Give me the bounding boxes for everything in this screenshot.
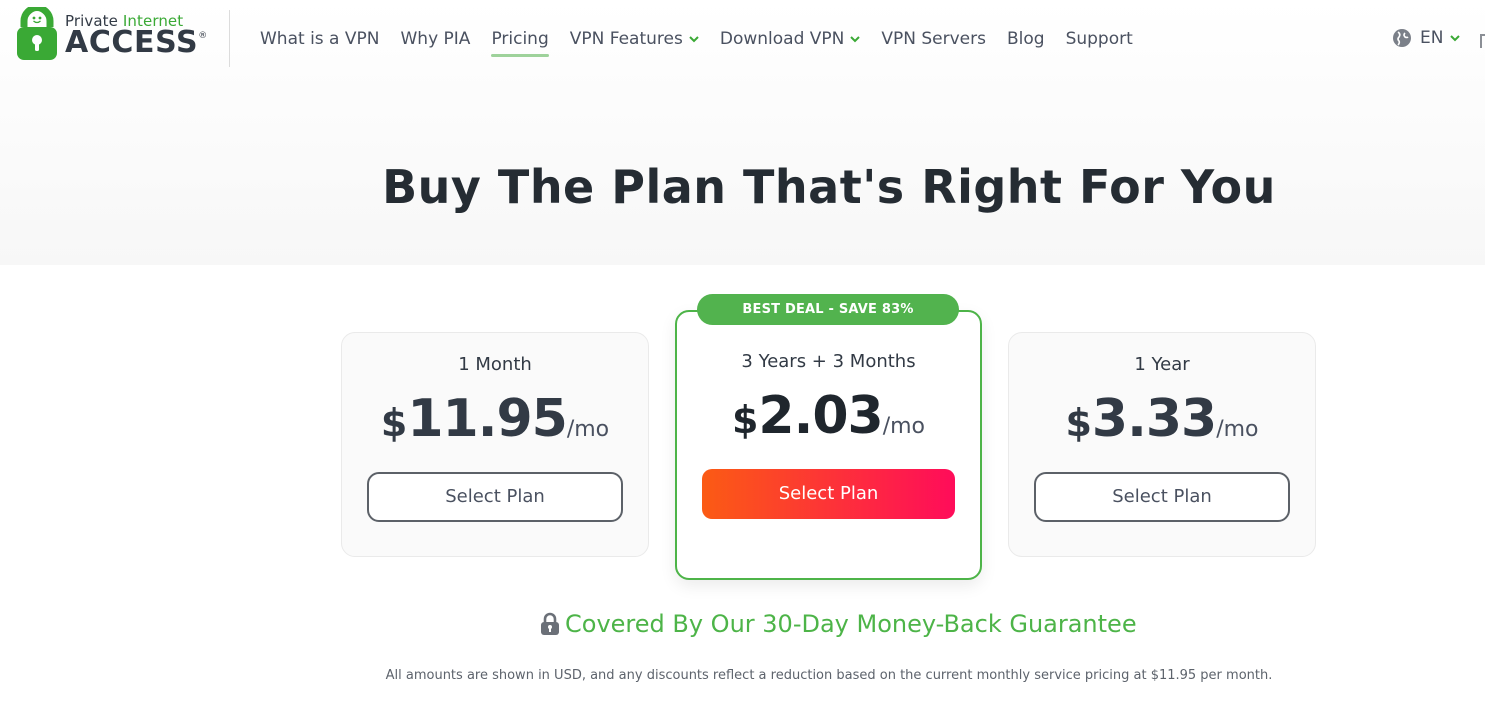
plan-price: $3.33/mo bbox=[1009, 389, 1315, 449]
language-selector[interactable]: EN bbox=[1392, 28, 1461, 48]
plan-card-3-years: 3 Years + 3 Months $2.03/mo Select Plan bbox=[675, 310, 982, 580]
brand-line2: ACCESS® bbox=[65, 28, 208, 58]
price-period: /mo bbox=[1216, 417, 1259, 442]
select-plan-button[interactable]: Select Plan bbox=[367, 472, 623, 522]
guarantee-text: Covered By Our 30-Day Money-Back Guarant… bbox=[565, 610, 1137, 638]
brand-logo[interactable]: Private Internet ACCESS® bbox=[16, 7, 207, 63]
nav-pricing[interactable]: Pricing bbox=[491, 27, 550, 57]
select-plan-button-primary[interactable]: Select Plan bbox=[702, 469, 955, 519]
nav-label: VPN Features bbox=[569, 29, 683, 49]
select-plan-button[interactable]: Select Plan bbox=[1034, 472, 1290, 522]
nav-download-vpn[interactable]: Download VPN bbox=[720, 27, 861, 51]
nav-vpn-features[interactable]: VPN Features bbox=[570, 27, 699, 51]
price-currency: $ bbox=[1065, 401, 1092, 445]
plan-card-1-month: 1 Month $11.95/mo Select Plan bbox=[341, 332, 649, 557]
language-label: EN bbox=[1420, 28, 1444, 48]
chevron-down-icon bbox=[1450, 34, 1461, 41]
page-title: Buy The Plan That's Right For You bbox=[382, 160, 1276, 214]
plan-name: 1 Month bbox=[458, 354, 532, 375]
nav-what-is-a-vpn[interactable]: What is a VPN bbox=[260, 27, 379, 51]
price-period: /mo bbox=[882, 414, 926, 439]
nav-support[interactable]: Support bbox=[1066, 27, 1133, 51]
money-back-guarantee: Covered By Our 30-Day Money-Back Guarant… bbox=[540, 609, 1137, 639]
pricing-footnote: All amounts are shown in USD, and any di… bbox=[385, 668, 1273, 683]
globe-icon bbox=[1393, 29, 1411, 47]
plan-price: $11.95/mo bbox=[342, 389, 648, 449]
nav-label: Why PIA bbox=[400, 29, 471, 49]
nav-label: VPN Servers bbox=[881, 29, 986, 49]
price-currency: $ bbox=[731, 398, 759, 442]
lock-icon bbox=[541, 612, 559, 635]
lock-logo-icon bbox=[17, 7, 57, 60]
header-divider bbox=[229, 10, 230, 67]
nav-label: What is a VPN bbox=[260, 29, 380, 49]
nav-blog[interactable]: Blog bbox=[1007, 27, 1045, 51]
nav-label: Pricing bbox=[491, 29, 549, 49]
price-period: /mo bbox=[566, 417, 610, 442]
plan-price: $2.03/mo bbox=[677, 386, 980, 446]
brand-word-access: ACCESS bbox=[65, 25, 199, 60]
price-amount: 11.95 bbox=[407, 389, 567, 449]
registered-mark: ® bbox=[198, 31, 208, 41]
site-header: Private Internet ACCESS® What is a VPN W… bbox=[0, 0, 1485, 80]
main-nav: What is a VPN Why PIA Pricing VPN Featur… bbox=[260, 27, 1154, 57]
plan-name: 1 Year bbox=[1134, 354, 1190, 375]
nav-why-pia[interactable]: Why PIA bbox=[400, 27, 470, 51]
cut-off-element bbox=[1480, 34, 1485, 48]
nav-label: Download VPN bbox=[719, 29, 845, 49]
plan-card-1-year: 1 Year $3.33/mo Select Plan bbox=[1008, 332, 1316, 557]
best-deal-badge: BEST DEAL - SAVE 83% bbox=[697, 294, 959, 325]
chevron-down-icon bbox=[689, 35, 699, 42]
price-amount: 3.33 bbox=[1091, 389, 1217, 449]
plan-name: 3 Years + 3 Months bbox=[741, 351, 916, 372]
chevron-down-icon bbox=[850, 35, 861, 42]
nav-label: Blog bbox=[1006, 29, 1045, 49]
price-currency: $ bbox=[380, 401, 408, 445]
price-amount: 2.03 bbox=[758, 386, 883, 446]
nav-vpn-servers[interactable]: VPN Servers bbox=[881, 27, 986, 51]
nav-label: Support bbox=[1065, 29, 1133, 49]
